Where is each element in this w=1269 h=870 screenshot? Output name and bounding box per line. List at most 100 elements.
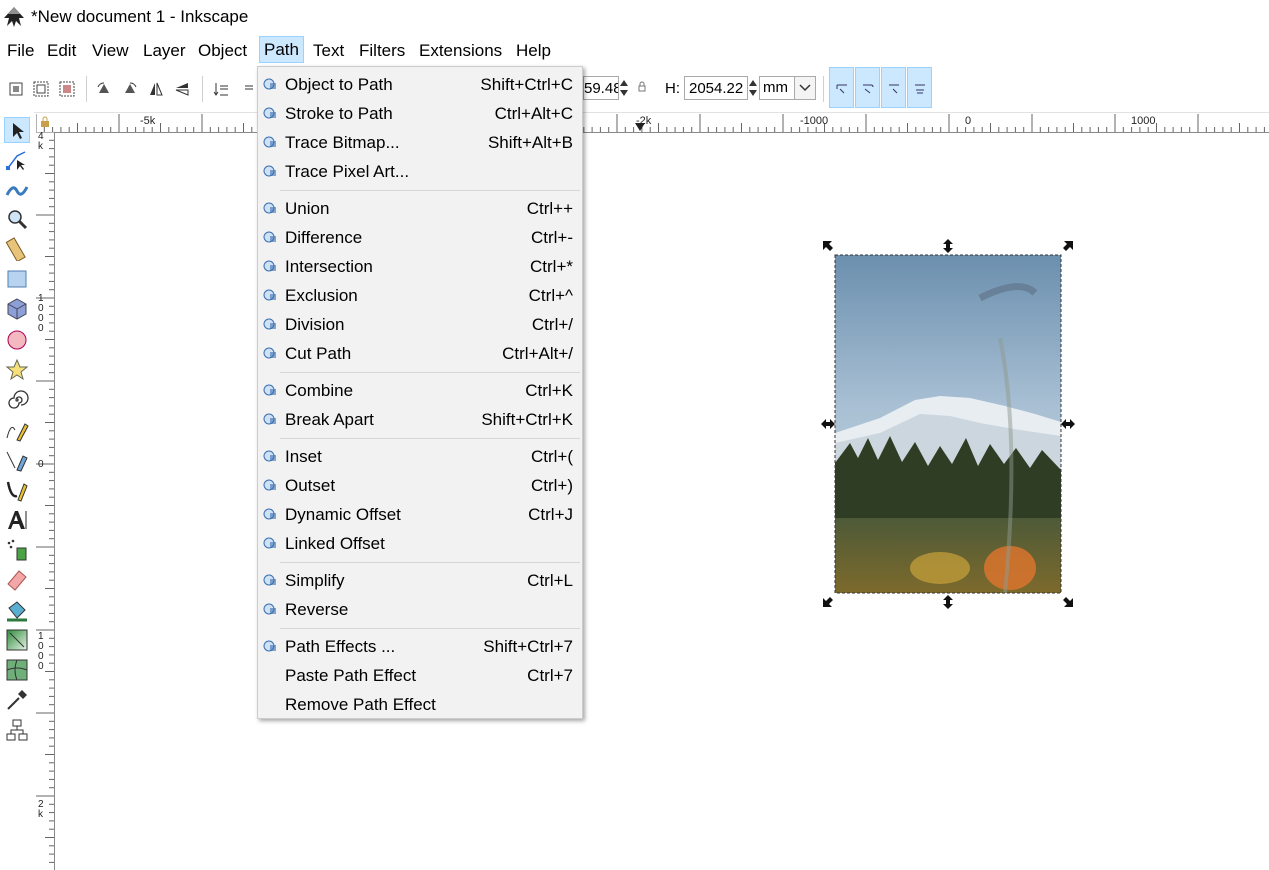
menu-help[interactable]: Help xyxy=(516,41,551,61)
menu-item-shortcut: Ctrl+L xyxy=(527,571,573,590)
lock-icon[interactable] xyxy=(636,81,648,93)
menu-item-division[interactable]: Division Ctrl+/ xyxy=(258,310,582,339)
menu-file[interactable]: File xyxy=(7,41,34,61)
scale-stroke-toggle[interactable] xyxy=(829,67,854,108)
deselect-icon[interactable] xyxy=(59,81,75,97)
menu-item-break-apart[interactable]: Break Apart Shift+Ctrl+K xyxy=(258,405,582,434)
simplify-icon xyxy=(263,574,276,586)
menu-item-linked-offset[interactable]: Linked Offset xyxy=(258,529,582,558)
menu-item-label: Division xyxy=(285,315,345,334)
selector-tool[interactable] xyxy=(4,117,30,143)
menu-item-remove-path-effect[interactable]: Remove Path Effect xyxy=(258,690,582,719)
star-tool-icon[interactable] xyxy=(5,358,29,382)
menu-item-shortcut: Shift+Ctrl+7 xyxy=(483,637,573,656)
flip-horizontal-icon[interactable] xyxy=(148,81,164,97)
reverse-icon xyxy=(263,603,276,615)
menu-filters[interactable]: Filters xyxy=(359,41,405,61)
inset-icon xyxy=(263,450,276,462)
ruler-label: 1000 xyxy=(1131,115,1156,127)
menu-item-dynamic-offset[interactable]: Dynamic Offset Ctrl+J xyxy=(258,500,582,529)
unit-value: mm xyxy=(763,79,788,96)
menu-separator xyxy=(280,372,580,373)
menu-item-label: Linked Offset xyxy=(285,534,385,553)
menu-item-path-effects[interactable]: Path Effects ... Shift+Ctrl+7 xyxy=(258,632,582,661)
width-field[interactable]: 59.48 xyxy=(583,76,619,100)
menu-bar: File Edit View Layer Object Path Text Fi… xyxy=(0,35,1269,66)
ellipse-tool-icon[interactable] xyxy=(5,328,29,352)
menu-item-union[interactable]: Union Ctrl++ xyxy=(258,194,582,223)
text-tool-icon[interactable] xyxy=(5,508,29,532)
menu-item-shortcut: Ctrl+( xyxy=(530,447,573,466)
gradient-tool-icon[interactable] xyxy=(5,628,29,652)
zoom-tool-icon[interactable] xyxy=(5,207,29,231)
selected-image[interactable] xyxy=(820,238,1076,610)
scale-corners-toggle[interactable] xyxy=(855,67,880,108)
tweak-tool-icon[interactable] xyxy=(5,177,29,201)
lower-icon[interactable] xyxy=(238,81,254,97)
dropper-tool-icon[interactable] xyxy=(5,688,29,712)
combine-icon xyxy=(263,384,276,396)
measure-tool-icon[interactable] xyxy=(5,237,29,261)
drawing-canvas[interactable] xyxy=(55,133,1269,870)
menu-item-shortcut: Ctrl++ xyxy=(526,199,573,218)
eraser-tool-icon[interactable] xyxy=(5,568,29,592)
menu-item-object-to-path[interactable]: Object to Path Shift+Ctrl+C xyxy=(258,70,582,99)
menu-item-reverse[interactable]: Reverse xyxy=(258,595,582,624)
window-title: *New document 1 - Inkscape xyxy=(31,7,249,26)
menu-item-cut-path[interactable]: Cut Path Ctrl+Alt+/ xyxy=(258,339,582,368)
division-icon xyxy=(263,318,276,330)
menu-item-outset[interactable]: Outset Ctrl+) xyxy=(258,471,582,500)
scale-gradients-toggle[interactable] xyxy=(881,67,906,108)
menu-item-difference[interactable]: Difference Ctrl+- xyxy=(258,223,582,252)
pen-tool-icon[interactable] xyxy=(5,448,29,472)
menu-separator xyxy=(280,438,580,439)
node-tool-icon[interactable] xyxy=(5,148,29,172)
menu-layer[interactable]: Layer xyxy=(143,41,186,61)
height-spinner[interactable] xyxy=(748,76,758,100)
scale-patterns-toggle[interactable] xyxy=(907,67,932,108)
rectangle-tool-icon[interactable] xyxy=(5,267,29,291)
3d-box-tool-icon[interactable] xyxy=(5,297,29,321)
height-label: H: xyxy=(665,80,680,97)
menu-item-combine[interactable]: Combine Ctrl+K xyxy=(258,376,582,405)
menu-item-inset[interactable]: Inset Ctrl+( xyxy=(258,442,582,471)
menu-item-stroke-to-path[interactable]: Stroke to Path Ctrl+Alt+C xyxy=(258,99,582,128)
flip-vertical-icon[interactable] xyxy=(174,81,190,97)
connector-tool-icon[interactable] xyxy=(5,718,29,742)
lower-to-bottom-icon[interactable] xyxy=(213,81,229,97)
spray-tool-icon[interactable] xyxy=(5,538,29,562)
rotate-ccw-icon[interactable] xyxy=(96,81,112,97)
menu-separator xyxy=(280,562,580,563)
select-all-icon[interactable] xyxy=(8,81,24,97)
menu-item-simplify[interactable]: Simplify Ctrl+L xyxy=(258,566,582,595)
paint-bucket-tool-icon[interactable] xyxy=(5,598,29,622)
ruler-label: 1 0 0 0 xyxy=(38,631,44,672)
calligraphy-tool-icon[interactable] xyxy=(5,478,29,502)
menu-item-paste-path-effect[interactable]: Paste Path Effect Ctrl+7 xyxy=(258,661,582,690)
menu-item-intersection[interactable]: Intersection Ctrl+* xyxy=(258,252,582,281)
vertical-ruler: 4 k 1 0 0 0 0 1 0 0 0 2 k xyxy=(35,132,55,870)
unit-select[interactable]: mm xyxy=(759,76,816,100)
pencil-tool-icon[interactable] xyxy=(5,418,29,442)
menu-edit[interactable]: Edit xyxy=(47,41,76,61)
menu-path[interactable]: Path xyxy=(259,36,304,63)
height-field[interactable]: 2054.22 xyxy=(684,76,748,100)
menu-object[interactable]: Object xyxy=(198,41,247,61)
menu-view[interactable]: View xyxy=(92,41,129,61)
menu-item-exclusion[interactable]: Exclusion Ctrl+^ xyxy=(258,281,582,310)
menu-item-trace-bitmap[interactable]: Trace Bitmap... Shift+Alt+B xyxy=(258,128,582,157)
mesh-tool-icon[interactable] xyxy=(5,658,29,682)
rotate-cw-icon[interactable] xyxy=(122,81,138,97)
menu-item-label: Difference xyxy=(285,228,363,247)
select-all-layers-icon[interactable] xyxy=(33,81,49,97)
scale-corners-icon xyxy=(863,84,874,94)
menu-item-label: Combine xyxy=(285,381,354,400)
menu-item-trace-pixel-art[interactable]: Trace Pixel Art... xyxy=(258,157,582,186)
menu-text[interactable]: Text xyxy=(313,41,344,61)
spiral-tool-icon[interactable] xyxy=(5,388,29,412)
menu-item-shortcut: Ctrl+7 xyxy=(527,666,573,685)
tool-box xyxy=(0,112,34,870)
menu-item-label: Object to Path xyxy=(285,75,393,94)
width-spinner[interactable] xyxy=(619,76,629,100)
menu-extensions[interactable]: Extensions xyxy=(419,41,502,61)
